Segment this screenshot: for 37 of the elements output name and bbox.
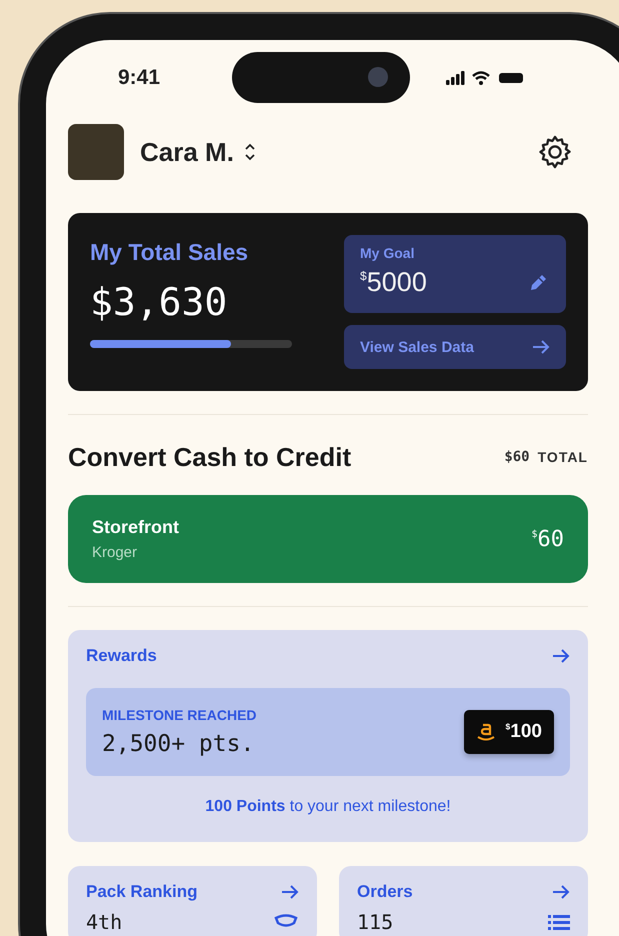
wifi-icon	[472, 70, 490, 84]
storefront-amount: $^{$}$60	[532, 526, 564, 552]
stat-title: Pack Ranking	[86, 882, 198, 902]
gift-card-amount: $^{$}$100	[506, 721, 542, 743]
up-down-chevron-icon[interactable]	[244, 142, 256, 162]
milestone-message: 100 Points to your next milestone!	[204, 798, 452, 816]
store-name: Kroger	[92, 544, 138, 561]
storefront-title: Storefront	[92, 517, 180, 538]
list-icon	[548, 914, 570, 930]
arrow-right-icon	[552, 885, 570, 899]
goal-label: My Goal	[360, 245, 416, 261]
stat-value: 4th	[86, 910, 122, 934]
milestone-label: MILESTONE REACHED	[102, 707, 258, 723]
smile-logo-icon	[476, 721, 496, 743]
stat-value: 115	[357, 910, 394, 934]
signal-icon	[446, 70, 465, 84]
arrow-right-icon	[281, 885, 299, 899]
goal-panel[interactable]: My Goal $^{$}$5000	[344, 235, 566, 313]
stat-card[interactable]: Pack Ranking 4th	[68, 866, 317, 936]
milestone-points: 2,500+ pts.	[102, 731, 256, 757]
stat-card[interactable]: Orders 115	[339, 866, 588, 936]
arrow-right-icon	[532, 340, 550, 354]
goal-value: $^{$}$5000	[360, 267, 427, 298]
rewards-card[interactable]: Rewards MILESTONE REACHED 2,500+ pts. $^{$}$100 100 Points to your next milestone!	[68, 630, 588, 842]
sales-amount: $3,630	[90, 280, 228, 324]
arrow-right-icon	[552, 649, 570, 663]
status-time: 9:41	[118, 66, 162, 90]
user-name[interactable]: Cara M.	[140, 136, 234, 168]
stat-title: Orders	[357, 882, 413, 902]
section-title: Convert Cash to Credit	[68, 442, 352, 472]
sales-title: My Total Sales	[90, 239, 250, 266]
total-amount: $60	[504, 449, 530, 465]
battery-icon	[499, 72, 523, 82]
total-label: TOTAL	[538, 449, 588, 465]
view-sales-data-button[interactable]: View Sales Data	[344, 325, 566, 369]
storefront-card[interactable]: Storefront Kroger $^{$}$60	[68, 495, 588, 583]
rewards-title: Rewards	[86, 646, 157, 666]
